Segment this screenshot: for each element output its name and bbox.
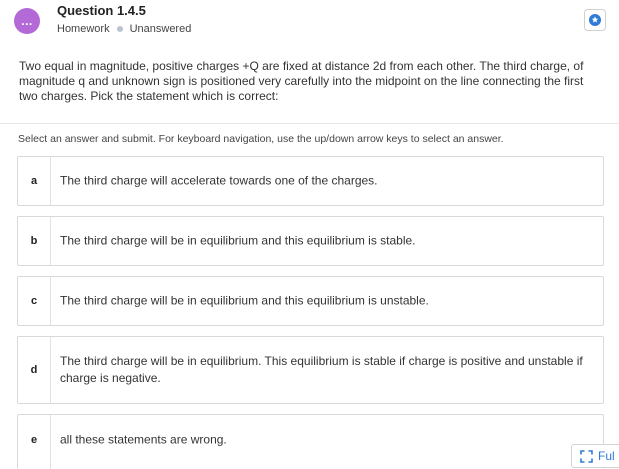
question-title: Question 1.4.5 — [57, 3, 146, 18]
fullscreen-label: Ful — [598, 449, 615, 463]
question-category: Homework — [57, 23, 110, 35]
option-text: all these statements are wrong. — [60, 432, 227, 447]
option-letter: a — [30, 175, 38, 187]
answer-instructions: Select an answer and submit. For keyboar… — [18, 133, 504, 145]
answer-option-e[interactable]: e all these statements are wrong. — [17, 414, 604, 469]
fullscreen-button[interactable]: Ful — [571, 444, 619, 468]
option-text: The third charge will be in equilibrium … — [60, 233, 416, 248]
bookmark-star-icon — [589, 14, 601, 26]
question-avatar: ... — [14, 8, 40, 34]
option-divider — [50, 157, 51, 205]
question-text: Two equal in magnitude, positive charges… — [19, 59, 584, 103]
option-text: The third charge will be in equilibrium.… — [60, 354, 583, 385]
answer-option-a[interactable]: a The third charge will accelerate towar… — [17, 156, 604, 206]
option-divider — [50, 415, 51, 469]
fullscreen-icon — [580, 449, 593, 463]
bookmark-button[interactable] — [584, 9, 606, 31]
divider — [0, 123, 619, 124]
option-text: The third charge will accelerate towards… — [60, 173, 378, 188]
option-letter: c — [30, 295, 38, 307]
answer-option-c[interactable]: c The third charge will be in equilibriu… — [17, 276, 604, 326]
option-divider — [50, 217, 51, 265]
option-divider — [50, 337, 51, 403]
answer-option-b[interactable]: b The third charge will be in equilibriu… — [17, 216, 604, 266]
question-header: ... Question 1.4.5 Homework Unanswered — [0, 0, 619, 40]
option-text: The third charge will be in equilibrium … — [60, 293, 429, 308]
option-letter: e — [30, 434, 38, 446]
answer-option-d[interactable]: d The third charge will be in equilibriu… — [17, 336, 604, 404]
separator-dot — [116, 26, 123, 32]
option-letter: d — [30, 364, 38, 376]
question-status: Unanswered — [129, 23, 192, 35]
option-divider — [50, 277, 51, 325]
question-meta: Homework Unanswered — [57, 23, 191, 35]
option-letter: b — [30, 235, 38, 247]
